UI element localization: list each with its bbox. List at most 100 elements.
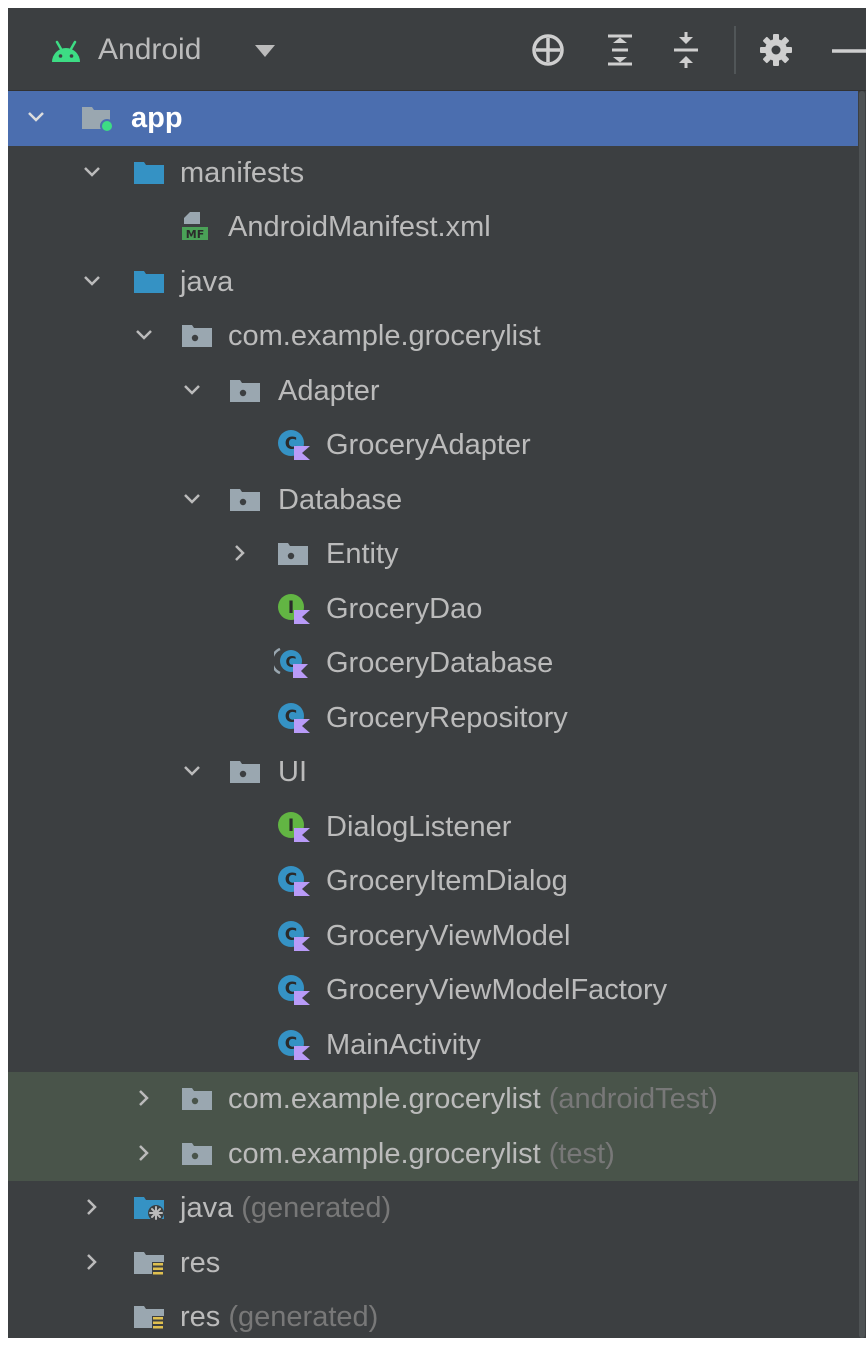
tree-row-label: com.example.grocerylist (androidTest) bbox=[228, 1080, 718, 1118]
kotlin-class-icon: C bbox=[278, 866, 310, 896]
collapse-all-icon[interactable] bbox=[666, 30, 706, 70]
kotlin-interface-icon: I bbox=[278, 593, 310, 624]
tree-row-database[interactable]: Database bbox=[8, 473, 858, 528]
chevron-down-icon[interactable] bbox=[180, 759, 204, 783]
tree-row-main-activity[interactable]: C MainActivity bbox=[8, 1018, 858, 1073]
package-icon bbox=[278, 543, 308, 565]
gear-icon[interactable] bbox=[756, 30, 796, 70]
project-toolbar: Android bbox=[8, 8, 866, 91]
tree-row-grocery-adapter[interactable]: C GroceryAdapter bbox=[8, 418, 858, 473]
tree-row-label: GroceryRepository bbox=[326, 701, 568, 734]
project-tree: app manifests MF AndroidManifest.xml jav… bbox=[8, 91, 858, 1338]
chevron-right-icon[interactable] bbox=[80, 1195, 104, 1219]
tree-row-label: manifests bbox=[180, 156, 305, 189]
tree-row-label: java bbox=[180, 265, 234, 298]
tree-row-adapter[interactable]: Adapter bbox=[8, 364, 858, 419]
kotlin-class-icon: C bbox=[278, 1029, 310, 1060]
tree-row-name: java bbox=[180, 1192, 234, 1224]
kotlin-class-icon: C bbox=[278, 702, 310, 733]
tree-row-package[interactable]: com.example.grocerylist bbox=[8, 309, 858, 364]
tree-row-label: GroceryItemDialog bbox=[326, 865, 568, 897]
chevron-down-icon[interactable] bbox=[132, 323, 156, 347]
tree-row-res-generated[interactable]: res (generated) bbox=[8, 1290, 858, 1338]
tree-row-package-android-test[interactable]: com.example.grocerylist (androidTest) bbox=[8, 1072, 858, 1127]
package-icon bbox=[230, 379, 260, 402]
svg-text:I: I bbox=[288, 816, 294, 836]
tree-row-suffix: (generated) bbox=[228, 1301, 379, 1333]
tree-row-label: res bbox=[180, 1246, 221, 1279]
tree-row-java[interactable]: java bbox=[8, 255, 858, 310]
tree-row-dialog-listener[interactable]: I DialogListener bbox=[8, 800, 858, 855]
tree-row-grocery-repository[interactable]: C GroceryRepository bbox=[8, 691, 858, 746]
kotlin-class-icon: C bbox=[278, 430, 310, 460]
chevron-down-icon[interactable] bbox=[80, 269, 104, 293]
svg-text:MF: MF bbox=[186, 228, 204, 241]
tree-row-label: GroceryDatabase bbox=[326, 647, 554, 679]
chevron-right-icon[interactable] bbox=[132, 1141, 156, 1165]
tree-row-android-manifest[interactable]: MF AndroidManifest.xml bbox=[8, 200, 858, 255]
tree-row-label: res (generated) bbox=[180, 1298, 378, 1336]
tree-row-label: UI bbox=[278, 756, 307, 788]
tree-row-suffix: (androidTest) bbox=[548, 1083, 718, 1115]
tree-row-res[interactable]: res bbox=[8, 1236, 858, 1291]
chevron-right-icon[interactable] bbox=[132, 1086, 156, 1110]
expand-all-icon[interactable] bbox=[600, 30, 640, 70]
tree-row-grocery-view-model-factory[interactable]: C GroceryViewModelFactory bbox=[8, 963, 858, 1018]
chevron-down-icon[interactable] bbox=[24, 105, 48, 129]
tree-row-entity[interactable]: Entity bbox=[8, 527, 858, 582]
tree-row-label: Database bbox=[278, 483, 403, 516]
folder-icon bbox=[134, 270, 164, 293]
kotlin-class-icon: C bbox=[278, 975, 310, 1005]
tree-row-manifests[interactable]: manifests bbox=[8, 146, 858, 201]
toolbar-separator bbox=[734, 26, 736, 74]
tree-row-ui[interactable]: UI bbox=[8, 745, 858, 800]
project-tool-window: Android app manifests MF AndroidManifest… bbox=[8, 8, 866, 1338]
tree-row-suffix: (generated) bbox=[241, 1192, 392, 1224]
package-icon bbox=[182, 325, 212, 347]
generated-folder-icon bbox=[134, 1197, 164, 1221]
kotlin-interface-icon: I bbox=[278, 811, 310, 842]
tree-row-grocery-item-dialog[interactable]: C GroceryItemDialog bbox=[8, 854, 858, 909]
tree-row-label: app bbox=[131, 102, 183, 134]
tree-row-java-generated[interactable]: java (generated) bbox=[8, 1181, 858, 1236]
android-icon bbox=[52, 40, 80, 62]
svg-text:I: I bbox=[288, 598, 294, 618]
tree-row-name: com.example.grocerylist bbox=[228, 1083, 541, 1115]
chevron-right-icon[interactable] bbox=[80, 1250, 104, 1274]
tree-row-label: AndroidManifest.xml bbox=[228, 211, 491, 243]
tree-row-grocery-dao[interactable]: I GroceryDao bbox=[8, 582, 858, 637]
package-icon bbox=[230, 761, 260, 783]
manifest-file-icon: MF bbox=[182, 212, 208, 241]
module-folder-icon bbox=[82, 107, 114, 133]
package-icon bbox=[182, 1088, 212, 1110]
tree-row-package-test[interactable]: com.example.grocerylist (test) bbox=[8, 1126, 858, 1181]
locate-icon[interactable] bbox=[528, 30, 568, 70]
tree-row-name: com.example.grocerylist bbox=[228, 1137, 541, 1170]
chevron-down-icon[interactable] bbox=[80, 160, 104, 184]
tree-row-app[interactable]: app bbox=[8, 91, 858, 146]
package-icon bbox=[182, 1142, 212, 1165]
dropdown-caret-icon[interactable] bbox=[252, 38, 278, 62]
chevron-down-icon[interactable] bbox=[180, 378, 204, 402]
tree-row-label: MainActivity bbox=[326, 1028, 481, 1061]
folder-icon bbox=[134, 161, 164, 184]
tree-row-label: GroceryAdapter bbox=[326, 429, 531, 461]
vertical-scrollbar[interactable] bbox=[858, 91, 866, 1338]
resource-folder-icon bbox=[134, 1306, 164, 1332]
tree-row-label: GroceryDao bbox=[326, 592, 483, 625]
kotlin-class-icon: C bbox=[278, 920, 310, 951]
chevron-right-icon[interactable] bbox=[228, 541, 252, 565]
chevron-down-icon[interactable] bbox=[180, 487, 204, 511]
tree-row-label: com.example.grocerylist (test) bbox=[228, 1135, 615, 1173]
window-frame: Android app manifests MF AndroidManifest… bbox=[0, 0, 866, 1346]
tree-row-label: Adapter bbox=[278, 374, 380, 407]
tree-row-grocery-database[interactable]: C GroceryDatabase bbox=[8, 636, 858, 691]
tree-row-grocery-view-model[interactable]: C GroceryViewModel bbox=[8, 909, 858, 964]
package-icon bbox=[230, 488, 260, 511]
tree-row-label: java (generated) bbox=[180, 1189, 391, 1227]
view-selector-label[interactable]: Android bbox=[98, 30, 201, 70]
scrollbar-thumb[interactable] bbox=[859, 91, 865, 1338]
tree-row-label: GroceryViewModelFactory bbox=[326, 974, 668, 1006]
tree-row-name: res bbox=[180, 1301, 221, 1333]
hide-icon[interactable] bbox=[826, 30, 866, 70]
